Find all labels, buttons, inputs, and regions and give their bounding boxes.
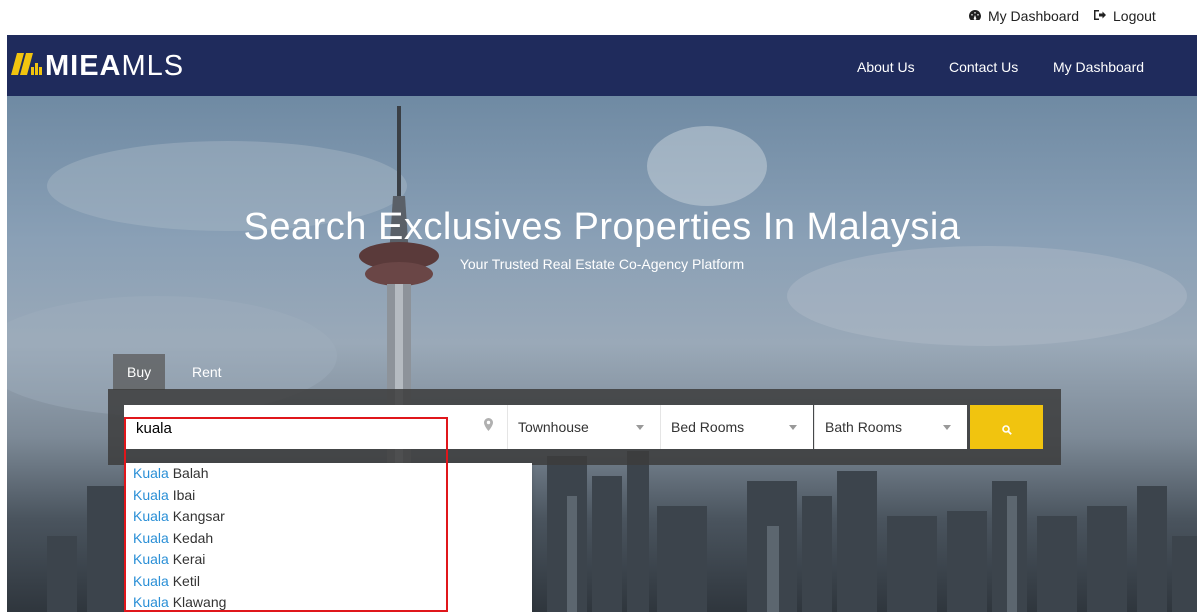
- location-input[interactable]: [136, 417, 466, 439]
- search-icon: [1002, 422, 1012, 440]
- list-item[interactable]: Kuala Ibai: [133, 485, 195, 506]
- tab-buy[interactable]: Buy: [113, 354, 166, 390]
- bathrooms-value: Bath Rooms: [825, 419, 903, 435]
- list-item[interactable]: Kuala Kerai: [133, 549, 205, 570]
- logo[interactable]: MIEA MLS: [11, 49, 185, 82]
- chevron-down-icon: [636, 425, 644, 430]
- utility-dashboard-link[interactable]: My Dashboard: [968, 8, 1079, 24]
- map-marker-icon: [484, 418, 493, 436]
- bedrooms-select[interactable]: Bed Rooms: [660, 405, 813, 449]
- location-field[interactable]: [124, 405, 508, 449]
- property-type-value: Townhouse: [518, 419, 589, 435]
- nav-my-dashboard[interactable]: My Dashboard: [1053, 59, 1144, 75]
- list-item[interactable]: Kuala Ketil: [133, 571, 200, 592]
- sign-out-icon: [1093, 9, 1107, 24]
- search-button[interactable]: [970, 405, 1043, 449]
- logo-text-light: MLS: [121, 49, 185, 82]
- property-type-select[interactable]: Townhouse: [507, 405, 660, 449]
- list-item[interactable]: Kuala Klawang: [133, 592, 226, 612]
- logout-link[interactable]: Logout: [1093, 8, 1156, 24]
- hero-title: Search Exclusives Properties In Malaysia: [243, 206, 961, 248]
- dashboard-icon: [968, 9, 982, 24]
- autocomplete-dropdown: Kuala Balah Kuala Ibai Kuala Kangsar Kua…: [124, 463, 532, 612]
- main-navbar: MIEA MLS About Us Contact Us My Dashboar…: [7, 35, 1197, 96]
- utility-bar: My Dashboard Logout: [0, 0, 1197, 35]
- bedrooms-value: Bed Rooms: [671, 419, 745, 435]
- nav-about-us[interactable]: About Us: [857, 59, 915, 75]
- tab-rent[interactable]: Rent: [178, 354, 236, 390]
- list-item[interactable]: Kuala Kedah: [133, 528, 213, 549]
- hero-subtitle: Your Trusted Real Estate Co-Agency Platf…: [459, 256, 745, 272]
- list-item[interactable]: Kuala Balah: [133, 463, 209, 484]
- chevron-down-icon: [943, 425, 951, 430]
- list-item[interactable]: Kuala Kangsar: [133, 506, 225, 527]
- logo-mark-icon: [11, 52, 43, 80]
- logout-label: Logout: [1113, 8, 1156, 24]
- bathrooms-select[interactable]: Bath Rooms: [814, 405, 967, 449]
- utility-dashboard-label: My Dashboard: [988, 8, 1080, 24]
- nav-contact-us[interactable]: Contact Us: [949, 59, 1018, 75]
- chevron-down-icon: [789, 425, 797, 430]
- logo-text-bold: MIEA: [45, 49, 122, 82]
